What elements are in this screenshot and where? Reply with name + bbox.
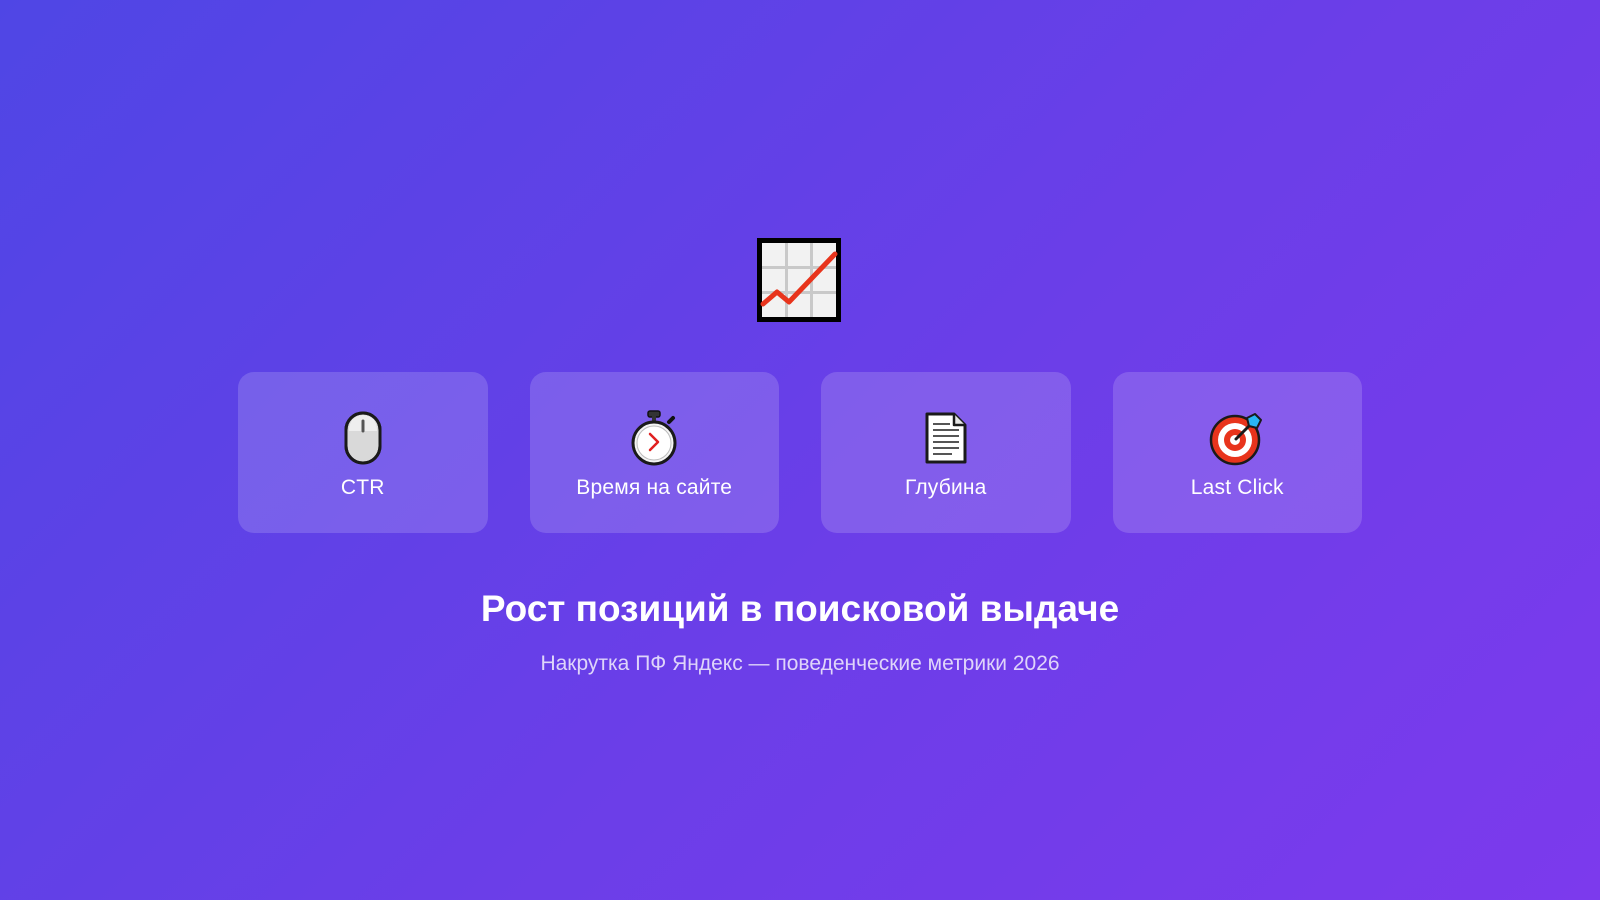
slide: CTR Время на сайте Глубина Last Click Ро… [0, 0, 1600, 900]
target-dart-icon [1209, 410, 1265, 466]
page-document-icon [918, 410, 974, 466]
chart-increasing-icon [755, 236, 843, 324]
stopwatch-icon [626, 410, 682, 466]
metric-card-depth: Глубина [821, 372, 1071, 533]
metric-cards: CTR Время на сайте Глубина Last Click [238, 372, 1362, 533]
metric-card-ctr: CTR [238, 372, 488, 533]
metric-label: Last Click [1190, 476, 1284, 499]
metric-label: Время на сайте [576, 476, 733, 499]
metric-label: CTR [340, 476, 385, 499]
metric-card-time-on-site: Время на сайте [529, 372, 779, 533]
metric-label: Глубина [904, 476, 987, 499]
page-subtitle: Накрутка ПФ Яндекс — поведенческие метри… [540, 652, 1060, 675]
metric-card-last-click: Last Click [1112, 372, 1362, 533]
page-title: Рост позиций в поисковой выдаче [480, 588, 1120, 629]
computer-mouse-icon [335, 410, 391, 466]
